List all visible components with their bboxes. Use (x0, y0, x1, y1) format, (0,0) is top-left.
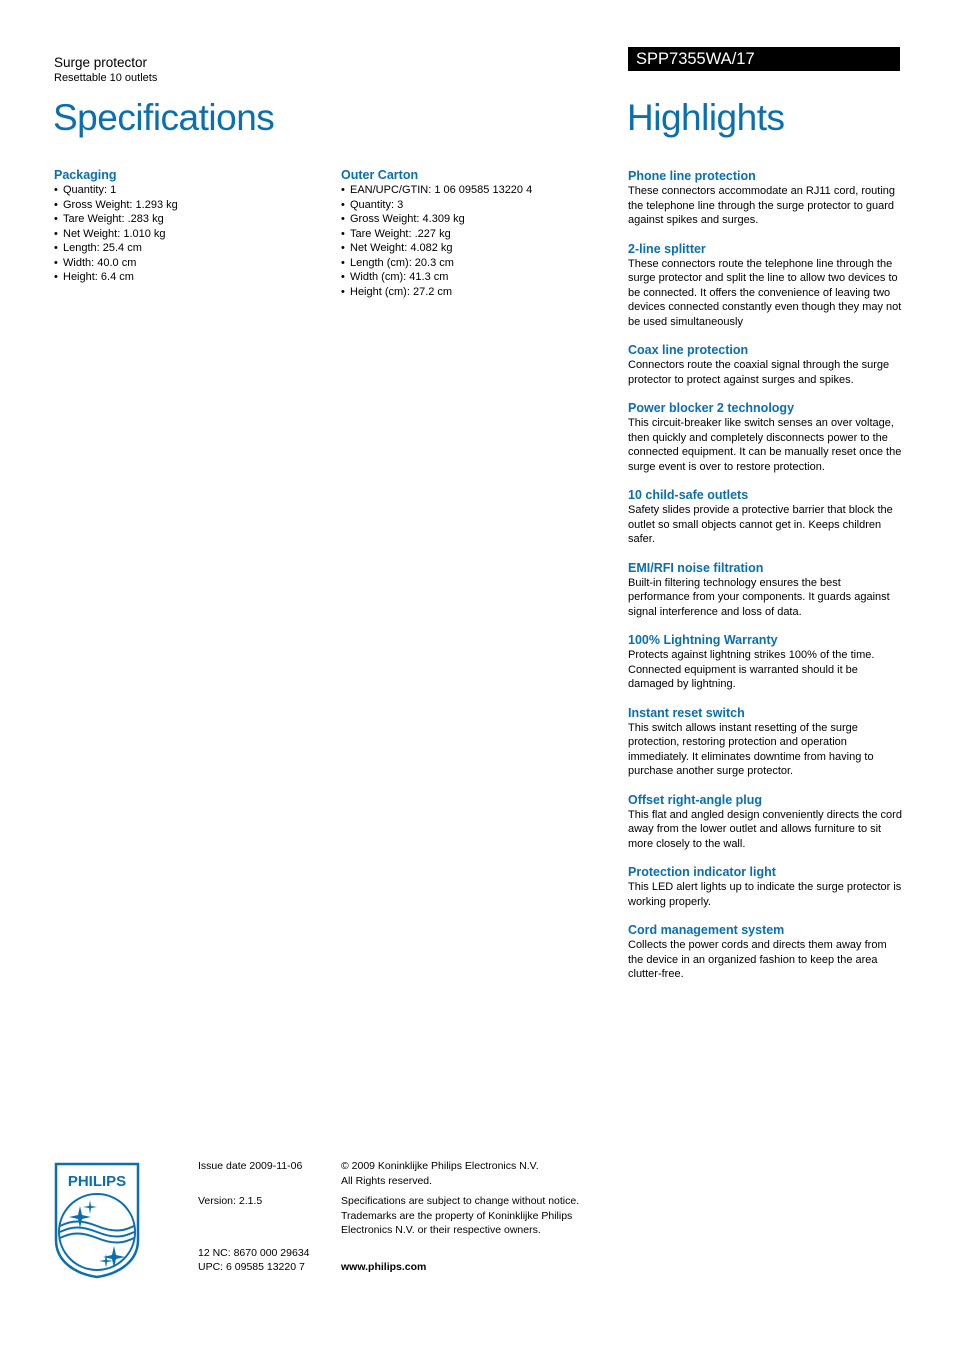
highlight-item: 100% Lightning Warranty Protects against… (628, 633, 902, 692)
highlight-item: 10 child-safe outlets Safety slides prov… (628, 488, 902, 547)
highlight-text: This circuit-breaker like switch senses … (628, 417, 902, 473)
spec-item: Length (cm): 20.3 cm (341, 256, 601, 271)
spec-section-title: Outer Carton (341, 168, 419, 182)
upc-code: UPC: 6 09585 13220 7 (198, 1261, 305, 1273)
highlight-item: Coax line protection Connectors route th… (628, 343, 902, 387)
highlight-item: 2-line splitter These connectors route t… (628, 242, 902, 330)
spec-item: EAN/UPC/GTIN: 1 06 09585 13220 4 (341, 183, 601, 198)
product-name: Surge protector (54, 55, 148, 70)
spec-item: Height (cm): 27.2 cm (341, 285, 601, 300)
highlight-title: Phone line protection (628, 169, 756, 183)
website-link[interactable]: www.philips.com (341, 1260, 426, 1275)
spec-item: Quantity: 1 (54, 183, 314, 198)
spec-item: Net Weight: 1.010 kg (54, 227, 314, 242)
spec-item: Width (cm): 41.3 cm (341, 270, 601, 285)
disclaimer: Specifications are subject to change wit… (341, 1194, 611, 1238)
spec-section-outer-carton: Outer Carton EAN/UPC/GTIN: 1 06 09585 13… (341, 167, 601, 299)
model-number-bar: SPP7355WA/17 (628, 47, 900, 71)
disclaimer-line: Electronics N.V. or their respective own… (341, 1224, 541, 1236)
highlights-title: Highlights (627, 97, 785, 138)
spec-item: Quantity: 3 (341, 198, 601, 213)
copyright-notice: © 2009 Koninklijke Philips Electronics N… (341, 1159, 611, 1188)
spec-item: Net Weight: 4.082 kg (341, 241, 601, 256)
highlight-item: Power blocker 2 technology This circuit-… (628, 401, 902, 474)
highlight-text: Built-in filtering technology ensures th… (628, 576, 890, 618)
highlight-title: 2-line splitter (628, 241, 706, 256)
disclaimer-line: Trademarks are the property of Koninklij… (341, 1209, 573, 1222)
highlight-text: Protects against lightning strikes 100% … (628, 649, 875, 690)
spec-item: Width: 40.0 cm (54, 256, 314, 271)
spec-list: Quantity: 1 Gross Weight: 1.293 kg Tare … (54, 183, 314, 285)
spec-item: Gross Weight: 1.293 kg (54, 198, 314, 213)
copyright-line: © 2009 Koninklijke Philips Electronics N… (341, 1160, 539, 1172)
philips-shield-icon: PHILIPS (54, 1162, 140, 1279)
highlight-item: Protection indicator light This LED aler… (628, 865, 902, 909)
highlight-text: These connectors route the telephone lin… (628, 257, 902, 328)
highlight-text: Collects the power cords and directs the… (628, 939, 887, 980)
highlight-text: This switch allows instant resetting of … (628, 721, 874, 778)
highlight-title: EMI/RFI noise filtration (628, 560, 764, 575)
highlight-text: This LED alert lights up to indicate the… (628, 881, 902, 908)
highlight-title: 100% Lightning Warranty (628, 633, 778, 647)
highlights-list: Phone line protection These connectors a… (628, 169, 902, 996)
highlight-title: Protection indicator light (628, 865, 776, 879)
product-subtitle: Resettable 10 outlets (54, 72, 158, 84)
spec-item: Tare Weight: .227 kg (341, 227, 601, 242)
highlight-item: Instant reset switch This switch allows … (628, 706, 902, 779)
spec-item: Gross Weight: 4.309 kg (341, 212, 601, 227)
issue-date: Issue date 2009-11-06 (198, 1160, 303, 1172)
highlight-text: Safety slides provide a protective barri… (628, 504, 893, 545)
philips-shield-logo: PHILIPS (54, 1162, 140, 1279)
highlight-item: Offset right-angle plug This flat and an… (628, 793, 902, 852)
highlight-item: EMI/RFI noise filtration Built-in filter… (628, 561, 902, 620)
highlight-text: This flat and angled design conveniently… (628, 808, 902, 850)
highlight-text: These connectors accommodate an RJ11 cor… (628, 185, 895, 226)
spec-item: Length: 25.4 cm (54, 241, 314, 256)
spec-list: EAN/UPC/GTIN: 1 06 09585 13220 4 Quantit… (341, 183, 601, 299)
spec-item: Height: 6.4 cm (54, 270, 314, 285)
disclaimer-line: Specifications are subject to change wit… (341, 1195, 580, 1207)
highlight-title: Offset right-angle plug (628, 792, 763, 807)
highlight-title: 10 child-safe outlets (628, 488, 749, 502)
highlight-item: Cord management system Collects the powe… (628, 923, 902, 982)
highlight-title: Instant reset switch (628, 705, 745, 720)
version: Version: 2.1.5 (198, 1195, 263, 1207)
logo-wordmark: PHILIPS (68, 1173, 126, 1190)
spec-section-title: Packaging (54, 168, 117, 182)
twelve-nc-code: 12 NC: 8670 000 29634 (198, 1247, 310, 1259)
highlight-title: Cord management system (628, 923, 785, 937)
highlight-text: Connectors route the coaxial signal thro… (628, 359, 890, 386)
highlight-title: Power blocker 2 technology (628, 401, 795, 415)
copyright-line: All Rights reserved. (341, 1174, 433, 1187)
specifications-title: Specifications (53, 97, 275, 138)
highlight-item: Phone line protection These connectors a… (628, 169, 902, 228)
spec-section-packaging: Packaging Quantity: 1 Gross Weight: 1.29… (54, 167, 314, 285)
spec-item: Tare Weight: .283 kg (54, 212, 314, 227)
highlight-title: Coax line protection (628, 343, 749, 357)
